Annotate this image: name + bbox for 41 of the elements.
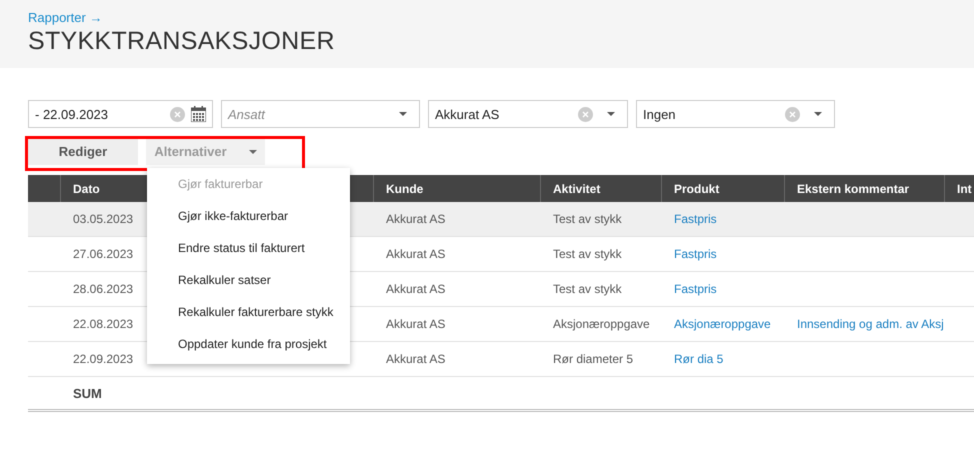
product-link[interactable]: Fastpris (674, 212, 717, 226)
table-cell: 22.08.2023 (73, 317, 134, 331)
table-cell: 22.09.2023 (73, 352, 134, 366)
select-field[interactable]: Akkurat AS (428, 100, 628, 128)
table-cell: Rør diameter 5 (553, 352, 634, 366)
select-field[interactable]: Ansatt (221, 100, 420, 128)
table-cell: Test av stykk (553, 212, 622, 226)
clear-icon[interactable] (578, 106, 593, 122)
table-cell: Test av stykk (553, 282, 622, 296)
product-link[interactable]: Rør dia 5 (674, 352, 724, 366)
menu-item[interactable]: Gjør ikke-fakturerbar (147, 200, 350, 232)
table-cell: Akkurat AS (386, 247, 446, 261)
table-cell: Akkurat AS (386, 282, 446, 296)
edit-button[interactable]: Rediger (28, 138, 138, 165)
caret-icon (248, 150, 257, 154)
product-link[interactable]: Fastpris (674, 247, 717, 261)
table-cell: Akkurat AS (386, 212, 446, 226)
clear-icon[interactable] (785, 106, 800, 122)
caret-icon (814, 112, 822, 116)
comment-link[interactable]: Innsending og adm. av Aksj (797, 317, 944, 331)
date-field[interactable]: - 22.09.2023 (28, 100, 213, 128)
table-cell: 28.06.2023 (73, 282, 134, 296)
product-link[interactable]: Aksjonæroppgave (674, 317, 771, 331)
menu-item[interactable]: Endre status til fakturert (147, 232, 350, 264)
clear-icon[interactable] (170, 106, 185, 122)
menu-item[interactable]: Oppdater kunde fra prosjekt (147, 328, 350, 360)
calendar-icon[interactable] (191, 106, 206, 122)
menu-item[interactable]: Rekalkuler satser (147, 264, 350, 296)
sum-label: SUM (73, 386, 102, 400)
table-cell: Test av stykk (553, 247, 622, 261)
caret-icon (607, 112, 615, 116)
menu-item[interactable]: Rekalkuler fakturerbare stykk (147, 296, 350, 328)
page-title: STYKKTRANSAKSJONER (28, 27, 336, 56)
caret-icon (399, 112, 407, 116)
select-field[interactable]: Ingen (636, 100, 835, 128)
product-link[interactable]: Fastpris (674, 282, 717, 296)
table-cell: Akkurat AS (386, 352, 446, 366)
table-cell: Aksjonæroppgave (553, 317, 650, 331)
table-cell: 03.05.2023 (73, 212, 134, 226)
table-cell: Akkurat AS (386, 317, 446, 331)
table-cell: 27.06.2023 (73, 247, 134, 261)
